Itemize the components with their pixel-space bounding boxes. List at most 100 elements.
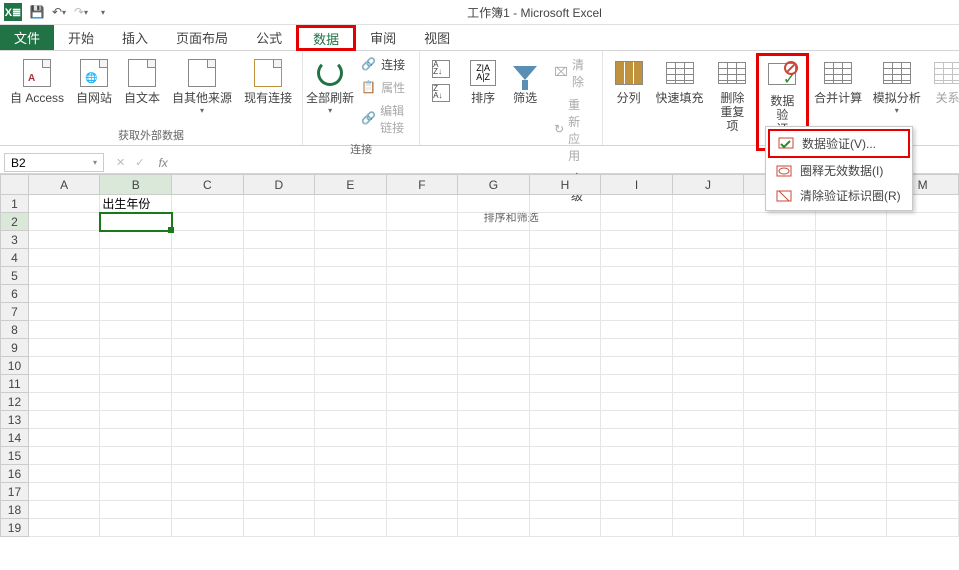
cell-C4[interactable] — [172, 249, 244, 267]
cell-H5[interactable] — [529, 267, 601, 285]
cell-F2[interactable] — [386, 213, 458, 231]
cell-A9[interactable] — [28, 339, 100, 357]
cell-I9[interactable] — [601, 339, 673, 357]
cell-M16[interactable] — [887, 465, 959, 483]
cell-D9[interactable] — [243, 339, 315, 357]
cell-A11[interactable] — [28, 375, 100, 393]
cell-L12[interactable] — [815, 393, 887, 411]
cell-M3[interactable] — [887, 231, 959, 249]
cell-K7[interactable] — [744, 303, 816, 321]
cell-A19[interactable] — [28, 519, 100, 537]
cell-B11[interactable] — [100, 375, 172, 393]
cell-D6[interactable] — [243, 285, 315, 303]
column-header-A[interactable]: A — [28, 175, 100, 195]
cell-K15[interactable] — [744, 447, 816, 465]
cell-D1[interactable] — [243, 195, 315, 213]
cell-G16[interactable] — [458, 465, 530, 483]
properties-button[interactable]: 📋属性 — [357, 78, 411, 97]
cell-F1[interactable] — [386, 195, 458, 213]
cell-M19[interactable] — [887, 519, 959, 537]
cell-I19[interactable] — [601, 519, 673, 537]
cell-I2[interactable] — [601, 213, 673, 231]
cell-B4[interactable] — [100, 249, 172, 267]
cell-H19[interactable] — [529, 519, 601, 537]
column-header-H[interactable]: H — [529, 175, 601, 195]
cell-F3[interactable] — [386, 231, 458, 249]
cell-G18[interactable] — [458, 501, 530, 519]
cell-G11[interactable] — [458, 375, 530, 393]
cell-C10[interactable] — [172, 357, 244, 375]
cell-I13[interactable] — [601, 411, 673, 429]
cell-L13[interactable] — [815, 411, 887, 429]
cell-B14[interactable] — [100, 429, 172, 447]
cell-H2[interactable] — [529, 213, 601, 231]
cell-H11[interactable] — [529, 375, 601, 393]
cell-I17[interactable] — [601, 483, 673, 501]
cell-J14[interactable] — [672, 429, 744, 447]
cell-E7[interactable] — [315, 303, 387, 321]
cell-I3[interactable] — [601, 231, 673, 249]
cell-M11[interactable] — [887, 375, 959, 393]
cell-A3[interactable] — [28, 231, 100, 249]
relations-button[interactable]: 关系 — [926, 53, 959, 107]
cell-K12[interactable] — [744, 393, 816, 411]
cell-L14[interactable] — [815, 429, 887, 447]
cell-G13[interactable] — [458, 411, 530, 429]
cell-K16[interactable] — [744, 465, 816, 483]
cell-K11[interactable] — [744, 375, 816, 393]
flash-fill-button[interactable]: 快速填充 — [650, 53, 709, 107]
cell-H10[interactable] — [529, 357, 601, 375]
cell-E9[interactable] — [315, 339, 387, 357]
cell-H17[interactable] — [529, 483, 601, 501]
from-web-button[interactable]: 🌐 自网站 — [70, 53, 118, 107]
sort-button[interactable]: Z|AA|Z 排序 — [462, 53, 504, 107]
column-header-G[interactable]: G — [458, 175, 530, 195]
cell-J3[interactable] — [672, 231, 744, 249]
cell-M12[interactable] — [887, 393, 959, 411]
cell-G6[interactable] — [458, 285, 530, 303]
cell-C14[interactable] — [172, 429, 244, 447]
cell-H15[interactable] — [529, 447, 601, 465]
tab-formulas[interactable]: 公式 — [242, 25, 296, 50]
cell-L18[interactable] — [815, 501, 887, 519]
cell-D16[interactable] — [243, 465, 315, 483]
cell-F12[interactable] — [386, 393, 458, 411]
cell-H1[interactable] — [529, 195, 601, 213]
cell-F13[interactable] — [386, 411, 458, 429]
cell-B16[interactable] — [100, 465, 172, 483]
tab-page-layout[interactable]: 页面布局 — [162, 25, 242, 50]
row-header-13[interactable]: 13 — [1, 411, 29, 429]
tab-insert[interactable]: 插入 — [108, 25, 162, 50]
cell-A2[interactable] — [28, 213, 100, 231]
cell-G1[interactable] — [458, 195, 530, 213]
cell-K2[interactable] — [744, 213, 816, 231]
from-other-button[interactable]: 自其他来源▾ — [166, 53, 238, 117]
fx-icon[interactable]: fx — [152, 152, 173, 173]
cell-M18[interactable] — [887, 501, 959, 519]
cell-K14[interactable] — [744, 429, 816, 447]
cell-E13[interactable] — [315, 411, 387, 429]
sort-desc-button[interactable]: ZA↓ — [428, 83, 458, 103]
cell-D19[interactable] — [243, 519, 315, 537]
cell-J7[interactable] — [672, 303, 744, 321]
cell-I14[interactable] — [601, 429, 673, 447]
cell-F17[interactable] — [386, 483, 458, 501]
menu-data-validation[interactable]: 数据验证(V)... — [768, 129, 910, 158]
name-box-dropdown-icon[interactable]: ▾ — [93, 158, 97, 167]
remove-duplicates-button[interactable]: 删除 重复项 — [709, 53, 756, 135]
cell-D15[interactable] — [243, 447, 315, 465]
row-header-16[interactable]: 16 — [1, 465, 29, 483]
cell-B2[interactable] — [100, 213, 172, 231]
name-box[interactable]: B2 ▾ — [4, 153, 104, 172]
cell-H4[interactable] — [529, 249, 601, 267]
cell-C7[interactable] — [172, 303, 244, 321]
cell-I5[interactable] — [601, 267, 673, 285]
cell-G12[interactable] — [458, 393, 530, 411]
cell-J11[interactable] — [672, 375, 744, 393]
row-header-19[interactable]: 19 — [1, 519, 29, 537]
cell-I7[interactable] — [601, 303, 673, 321]
cell-G14[interactable] — [458, 429, 530, 447]
edit-links-button[interactable]: 🔗编辑链接 — [357, 101, 411, 137]
cell-B7[interactable] — [100, 303, 172, 321]
menu-clear-circles[interactable]: 清除验证标识圈(R) — [768, 183, 910, 208]
